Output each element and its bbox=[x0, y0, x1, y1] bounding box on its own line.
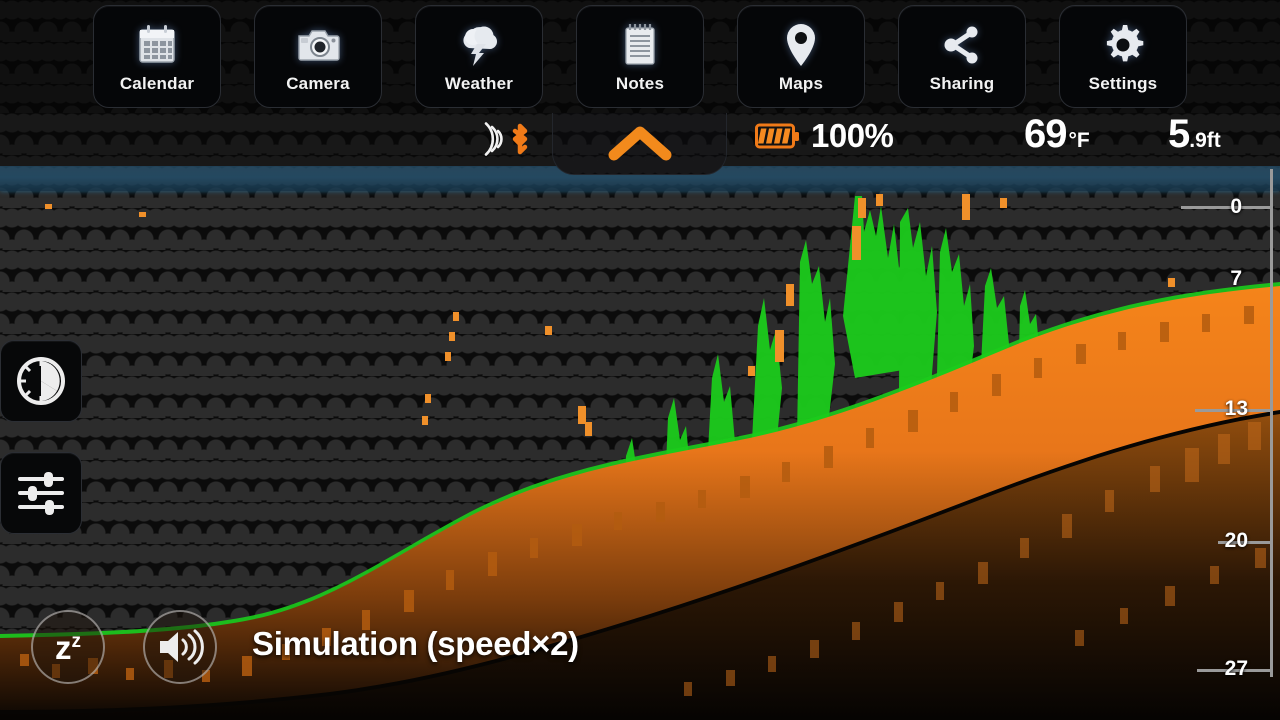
app-label-weather: Weather bbox=[444, 73, 514, 93]
app-tile-notes[interactable]: Notes bbox=[576, 5, 704, 108]
depth-scale: 0 7 13 20 27 bbox=[1181, 166, 1280, 720]
sleep-zz-icon: zz bbox=[55, 631, 81, 664]
app-tile-camera[interactable]: Camera bbox=[254, 5, 382, 108]
battery-percent-label: 100% bbox=[811, 117, 894, 154]
app-label-settings: Settings bbox=[1088, 73, 1158, 93]
app-label-camera: Camera bbox=[286, 73, 350, 93]
sleep-mode-button[interactable]: zz bbox=[31, 610, 105, 684]
notepad-icon bbox=[615, 20, 665, 70]
depth-tick-0 bbox=[1181, 206, 1273, 209]
temperature-unit: °F bbox=[1068, 129, 1090, 152]
camera-icon bbox=[293, 20, 343, 70]
adjust-settings-button[interactable] bbox=[0, 452, 82, 534]
speaker-waves-icon bbox=[160, 629, 204, 665]
app-dock: Calendar Camera Weather Notes Maps Shari… bbox=[0, 0, 1280, 113]
share-nodes-icon bbox=[937, 20, 987, 70]
calendar-icon bbox=[132, 20, 182, 70]
chevron-up-icon bbox=[608, 126, 671, 161]
signal-waves-icon bbox=[484, 122, 503, 156]
battery-full-icon bbox=[755, 123, 799, 148]
app-label-notes: Notes bbox=[615, 73, 665, 93]
simulation-status-label: Simulation (speed×2) bbox=[252, 625, 579, 662]
expand-panel-tab[interactable] bbox=[552, 113, 727, 175]
depth-label-7: 7 bbox=[1230, 267, 1242, 290]
app-tile-sharing[interactable]: Sharing bbox=[898, 5, 1026, 108]
sleep-z-sup: z bbox=[71, 630, 82, 652]
app-label-calendar: Calendar bbox=[119, 73, 195, 93]
bluetooth-icon bbox=[512, 123, 528, 155]
app-tile-calendar[interactable]: Calendar bbox=[93, 5, 221, 108]
depth-label-0: 0 bbox=[1230, 195, 1242, 218]
app-tile-weather[interactable]: Weather bbox=[415, 5, 543, 108]
connection-status[interactable] bbox=[478, 122, 533, 156]
sonar-cone-button[interactable] bbox=[0, 340, 82, 422]
depth-decimal: .9 bbox=[1189, 129, 1207, 152]
app-label-sharing: Sharing bbox=[929, 73, 995, 93]
battery-status: 100% bbox=[755, 117, 894, 154]
app-tile-settings[interactable]: Settings bbox=[1059, 5, 1187, 108]
sliders-icon bbox=[18, 472, 64, 515]
temperature-value: 69 bbox=[1024, 113, 1067, 156]
app-tile-maps[interactable]: Maps bbox=[737, 5, 865, 108]
volume-button[interactable] bbox=[143, 610, 217, 684]
map-pin-icon bbox=[776, 20, 826, 70]
current-depth: 5 .9 ft bbox=[1168, 114, 1221, 154]
depth-scale-line bbox=[1270, 169, 1273, 677]
fishfinder-app-screen: 0 7 13 20 27 zz Simulation (speed×2) 100… bbox=[0, 0, 1280, 720]
gear-icon bbox=[1098, 20, 1148, 70]
cloud-lightning-icon bbox=[454, 20, 504, 70]
sonar-cone-icon bbox=[17, 357, 65, 405]
depth-value: 5 bbox=[1168, 113, 1190, 156]
water-temperature: 69 °F bbox=[1024, 114, 1090, 154]
app-label-maps: Maps bbox=[778, 73, 824, 93]
depth-label-27: 27 bbox=[1224, 657, 1248, 680]
sleep-z-main: z bbox=[55, 628, 72, 666]
depth-unit: ft bbox=[1206, 129, 1221, 152]
depth-label-13: 13 bbox=[1224, 397, 1248, 420]
depth-label-20: 20 bbox=[1224, 529, 1248, 552]
